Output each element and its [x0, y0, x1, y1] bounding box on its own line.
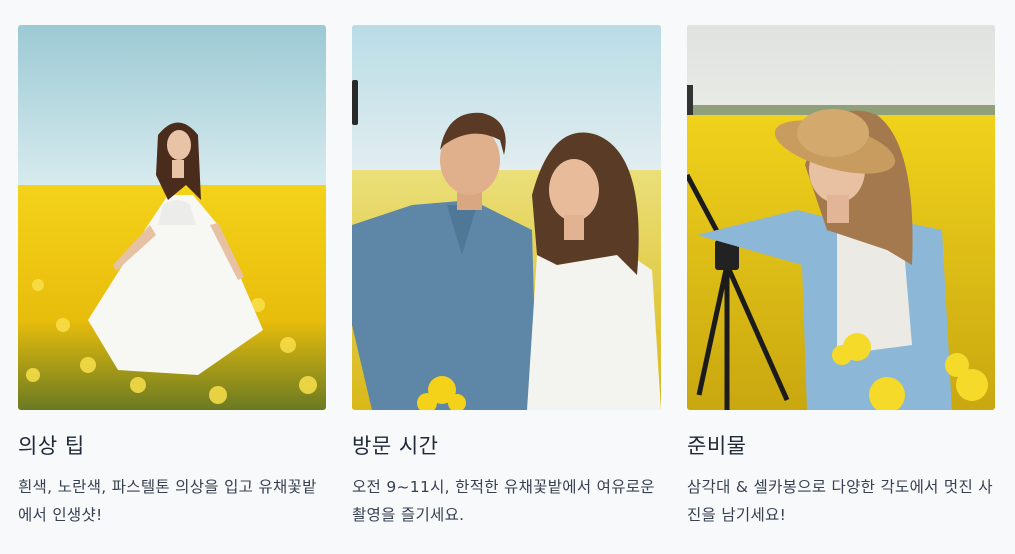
card-title: 방문 시간: [352, 434, 439, 458]
card-description: 오전 9~11시, 한적한 유채꽃밭에서 여유로운 촬영을 즐기세요.: [352, 478, 655, 524]
tip-card-visit-time[interactable]: 방문 시간 오전 9~11시, 한적한 유채꽃밭에서 여유로운 촬영을 즐기세요…: [352, 25, 661, 529]
card-title: 의상 팁: [18, 434, 85, 458]
tip-card-gear[interactable]: 준비물 삼각대 & 셀카봉으로 다양한 각도에서 멋진 사진을 남기세요!: [687, 25, 995, 529]
card-description: 흰색, 노란색, 파스텔톤 의상을 입고 유채꽃밭에서 인생샷!: [18, 478, 317, 524]
photo-couple-selfie: [352, 25, 661, 410]
photo-woman-white-dress: [18, 25, 326, 410]
tips-grid: 의상 팁 흰색, 노란색, 파스텔톤 의상을 입고 유채꽃밭에서 인생샷! 방문…: [18, 25, 995, 529]
photo-woman-tripod: [687, 25, 995, 410]
card-title: 준비물: [687, 434, 747, 458]
tip-card-outfit[interactable]: 의상 팁 흰색, 노란색, 파스텔톤 의상을 입고 유채꽃밭에서 인생샷!: [18, 25, 326, 529]
card-description: 삼각대 & 셀카봉으로 다양한 각도에서 멋진 사진을 남기세요!: [687, 478, 993, 524]
